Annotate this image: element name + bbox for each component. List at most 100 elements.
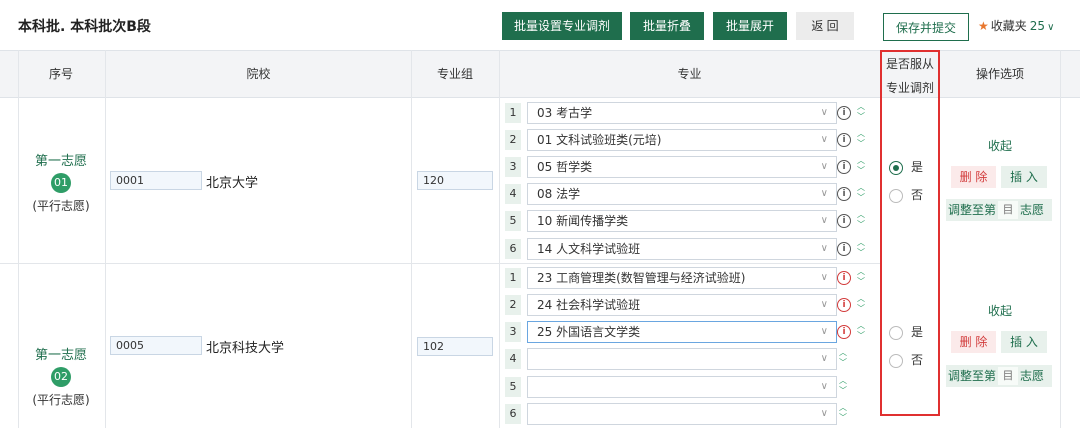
batch-collapse-button[interactable]: 批量折叠 xyxy=(630,12,704,40)
reorder-arrows-icon[interactable]: ︿ ﹀ xyxy=(855,156,867,178)
dropdown-chevron-icon: ∨ xyxy=(820,107,828,118)
reorder-arrows-icon[interactable]: ︿ ﹀ xyxy=(855,267,867,289)
favorites-dropdown[interactable]: ★ 收藏夹 25 ∨ xyxy=(978,17,1054,34)
choice-label: 第一志愿 xyxy=(34,154,87,169)
reorder-arrows-icon[interactable]: ︿ ﹀ xyxy=(855,102,867,124)
collapse-link[interactable]: 收起 xyxy=(940,302,1060,319)
back-button[interactable]: 返 回 xyxy=(796,12,854,40)
reorder-arrows-icon[interactable]: ︿ ﹀ xyxy=(855,129,867,151)
major-row: 3 25 外国语言文学类 ∨ i ︿ ﹀ xyxy=(505,321,875,343)
info-icon[interactable]: i xyxy=(837,214,851,228)
batch-expand-button[interactable]: 批量展开 xyxy=(713,12,787,40)
choice-type: (平行志愿) xyxy=(32,199,90,213)
reorder-arrows-icon[interactable]: ︿ ﹀ xyxy=(837,403,849,425)
major-row: 4 08 法学 ∨ i ︿ ﹀ xyxy=(505,183,875,205)
delete-button[interactable]: 删 除 xyxy=(951,331,996,353)
major-row: 6 ∨ ︿ ﹀ xyxy=(505,403,875,425)
major-select[interactable]: 05 哲学类 ∨ xyxy=(527,156,837,178)
major-row: 4 ∨ ︿ ﹀ xyxy=(505,348,875,370)
info-icon[interactable]: i xyxy=(837,271,851,285)
dropdown-chevron-icon: ∨ xyxy=(820,243,828,254)
major-row: 2 24 社会科学试验班 ∨ i ︿ ﹀ xyxy=(505,294,875,316)
major-group-field[interactable]: 102 xyxy=(417,337,493,356)
info-icon[interactable]: i xyxy=(837,133,851,147)
major-select[interactable]: 25 外国语言文学类 ∨ xyxy=(527,321,837,343)
header-seq: 序号 xyxy=(48,67,73,81)
major-select[interactable]: ∨ xyxy=(527,376,837,398)
info-icon[interactable]: i xyxy=(837,298,851,312)
reorder-arrows-icon[interactable]: ︿ ﹀ xyxy=(855,321,867,343)
major-row: 2 01 文科试验班类(元培) ∨ i ︿ ﹀ xyxy=(505,129,875,151)
major-select[interactable]: 14 人文科学试验班 ∨ xyxy=(527,238,837,260)
major-index: 2 xyxy=(505,295,521,315)
reorder-arrows-icon[interactable]: ︿ ﹀ xyxy=(837,376,849,398)
major-group-field[interactable]: 120 xyxy=(417,171,493,190)
university-name: 北京大学 xyxy=(206,176,259,191)
adjust-yes-radio[interactable]: 是 xyxy=(889,324,923,340)
dropdown-chevron-icon: ∨ xyxy=(820,215,828,226)
major-name: 08 法学 xyxy=(537,187,581,201)
reorder-arrows-icon[interactable]: ︿ ﹀ xyxy=(855,238,867,260)
delete-button[interactable]: 删 除 xyxy=(951,166,996,188)
adjust-no-radio[interactable]: 否 xyxy=(889,352,923,368)
major-index: 4 xyxy=(505,349,521,369)
adjust-to-input[interactable]: 目 xyxy=(998,367,1019,385)
dropdown-chevron-icon: ∨ xyxy=(820,326,828,337)
adjust-yes-radio[interactable]: 是 xyxy=(889,159,923,175)
major-row: 5 ∨ ︿ ﹀ xyxy=(505,376,875,398)
adjust-to-label: 调整至第 xyxy=(948,369,997,383)
choice-type: (平行志愿) xyxy=(32,393,90,407)
info-icon[interactable]: i xyxy=(837,160,851,174)
star-icon: ★ xyxy=(978,19,989,33)
major-select[interactable]: 03 考古学 ∨ xyxy=(527,102,837,124)
collapse-link[interactable]: 收起 xyxy=(940,137,1060,154)
radio-unchecked-icon xyxy=(889,188,903,203)
school-code-field[interactable]: 0005 xyxy=(110,336,202,355)
adjust-no-radio[interactable]: 否 xyxy=(889,187,923,203)
major-index: 1 xyxy=(505,103,521,123)
header-adjust-line2: 专业调剂 xyxy=(885,81,934,95)
radio-label: 是 xyxy=(911,160,924,174)
major-select[interactable]: 01 文科试验班类(元培) ∨ xyxy=(527,129,837,151)
major-select[interactable]: 24 社会科学试验班 ∨ xyxy=(527,294,837,316)
university-name: 北京科技大学 xyxy=(206,341,285,356)
info-icon[interactable]: i xyxy=(837,187,851,201)
major-name: 14 人文科学试验班 xyxy=(537,242,641,256)
major-select[interactable]: ∨ xyxy=(527,403,837,425)
reorder-arrows-icon[interactable]: ︿ ﹀ xyxy=(837,348,849,370)
batch-adjust-button[interactable]: 批量设置专业调剂 xyxy=(502,12,622,40)
reorder-arrows-icon[interactable]: ︿ ﹀ xyxy=(855,294,867,316)
major-index: 3 xyxy=(505,157,521,177)
major-select[interactable]: 08 法学 ∨ xyxy=(527,183,837,205)
major-row: 3 05 哲学类 ∨ i ︿ ﹀ xyxy=(505,156,875,178)
info-icon[interactable]: i xyxy=(837,242,851,256)
dropdown-chevron-icon: ∨ xyxy=(820,408,828,419)
radio-label: 是 xyxy=(911,325,924,339)
info-icon[interactable]: i xyxy=(837,106,851,120)
insert-button[interactable]: 插 入 xyxy=(1001,166,1047,188)
choice-number-badge: 01 xyxy=(51,173,71,193)
major-index: 5 xyxy=(505,377,521,397)
choice-cell-1: 第一志愿 01 (平行志愿) xyxy=(18,150,104,214)
dropdown-chevron-icon: ∨ xyxy=(820,272,828,283)
reorder-arrows-icon[interactable]: ︿ ﹀ xyxy=(855,183,867,205)
save-submit-button[interactable]: 保存并提交 xyxy=(883,13,969,41)
dropdown-chevron-icon: ∨ xyxy=(820,134,828,145)
major-index: 2 xyxy=(505,130,521,150)
reorder-arrows-icon[interactable]: ︿ ﹀ xyxy=(855,210,867,232)
info-icon[interactable]: i xyxy=(837,325,851,339)
adjust-to-input[interactable]: 目 xyxy=(998,201,1019,219)
major-select[interactable]: 23 工商管理类(数智管理与经济试验班) ∨ xyxy=(527,267,837,289)
major-name: 10 新闻传播学类 xyxy=(537,214,629,228)
major-select[interactable]: 10 新闻传播学类 ∨ xyxy=(527,210,837,232)
major-name: 05 哲学类 xyxy=(537,160,593,174)
dropdown-chevron-icon: ∨ xyxy=(820,299,828,310)
school-code-field[interactable]: 0001 xyxy=(110,171,202,190)
major-select[interactable]: ∨ xyxy=(527,348,837,370)
chevron-down-icon: ∨ xyxy=(1047,22,1055,33)
radio-checked-icon xyxy=(889,160,903,175)
major-name: 23 工商管理类(数智管理与经济试验班) xyxy=(537,271,746,285)
insert-button[interactable]: 插 入 xyxy=(1001,331,1047,353)
header-school: 院校 xyxy=(246,67,271,81)
adjust-to-label: 调整至第 xyxy=(948,203,997,217)
